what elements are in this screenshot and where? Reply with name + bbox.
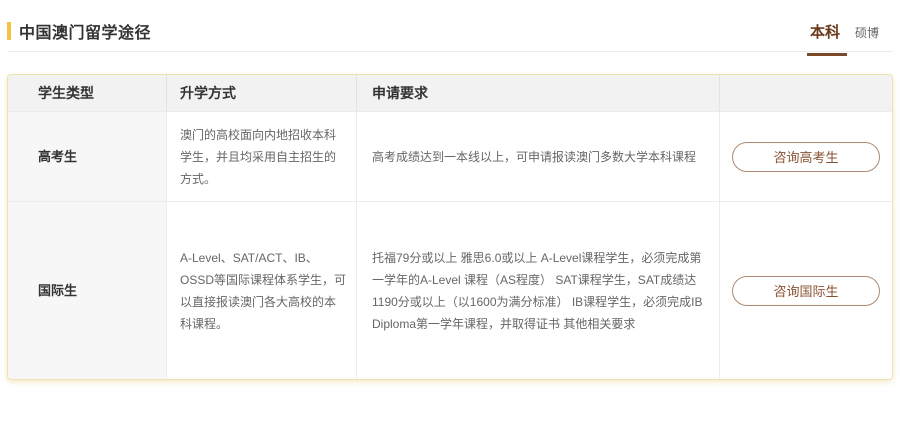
section-header: 中国澳门留学途径 本科 硕博 xyxy=(7,0,893,52)
student-type-label: 高考生 xyxy=(38,146,77,168)
header-action xyxy=(719,75,892,111)
table-row-international: 国际生 A-Level、SAT/ACT、IB、OSSD等国际课程体系学生，可以直… xyxy=(8,201,892,379)
tab-undergraduate-label: 本科 xyxy=(810,24,840,41)
pathway-text: 澳门的高校面向内地招收本科学生，并且均采用自主招生的方式。 xyxy=(180,124,347,190)
header-requirements: 申请要求 xyxy=(356,75,719,111)
header-student-type: 学生类型 xyxy=(8,75,166,111)
study-abroad-section: 中国澳门留学途径 本科 硕博 学生类型 升学方式 申请要求 高考生 澳门的高校面… xyxy=(0,0,900,380)
table-header-row: 学生类型 升学方式 申请要求 xyxy=(8,75,892,111)
requirements-text: 托福79分或以上 雅思6.0或以上 A-Level课程学生，必须完成第一学年的A… xyxy=(372,247,705,335)
consult-gaokao-button[interactable]: 咨询高考生 xyxy=(732,142,880,172)
pathway-cell: 澳门的高校面向内地招收本科学生，并且均采用自主招生的方式。 xyxy=(166,112,356,201)
tab-undergraduate[interactable]: 本科 xyxy=(810,21,840,42)
header-pathway: 升学方式 xyxy=(166,75,356,111)
page-title: 中国澳门留学途径 xyxy=(7,19,151,43)
page-title-text: 中国澳门留学途径 xyxy=(19,19,151,43)
pathways-table: 学生类型 升学方式 申请要求 高考生 澳门的高校面向内地招收本科学生，并且均采用… xyxy=(7,74,893,380)
table-row-gaokao: 高考生 澳门的高校面向内地招收本科学生，并且均采用自主招生的方式。 高考成绩达到… xyxy=(8,111,892,201)
pathway-text: A-Level、SAT/ACT、IB、OSSD等国际课程体系学生，可以直接报读澳… xyxy=(180,247,347,335)
requirements-cell: 高考成绩达到一本线以上，可申请报读澳门多数大学本科课程 xyxy=(356,112,719,201)
requirements-cell: 托福79分或以上 雅思6.0或以上 A-Level课程学生，必须完成第一学年的A… xyxy=(356,202,719,379)
student-type-cell: 国际生 xyxy=(8,202,166,379)
student-type-cell: 高考生 xyxy=(8,112,166,201)
pathway-cell: A-Level、SAT/ACT、IB、OSSD等国际课程体系学生，可以直接报读澳… xyxy=(166,202,356,379)
action-cell: 咨询高考生 xyxy=(719,112,892,201)
requirements-text: 高考成绩达到一本线以上，可申请报读澳门多数大学本科课程 xyxy=(372,146,696,168)
tab-postgraduate-label: 硕博 xyxy=(855,26,879,40)
consult-international-button[interactable]: 咨询国际生 xyxy=(732,276,880,306)
title-accent-bar xyxy=(7,22,11,40)
level-tabs: 本科 硕博 xyxy=(810,19,879,42)
active-tab-underline xyxy=(807,53,847,56)
tab-postgraduate[interactable]: 硕博 xyxy=(855,24,879,41)
student-type-label: 国际生 xyxy=(38,280,77,302)
action-cell: 咨询国际生 xyxy=(719,202,892,379)
